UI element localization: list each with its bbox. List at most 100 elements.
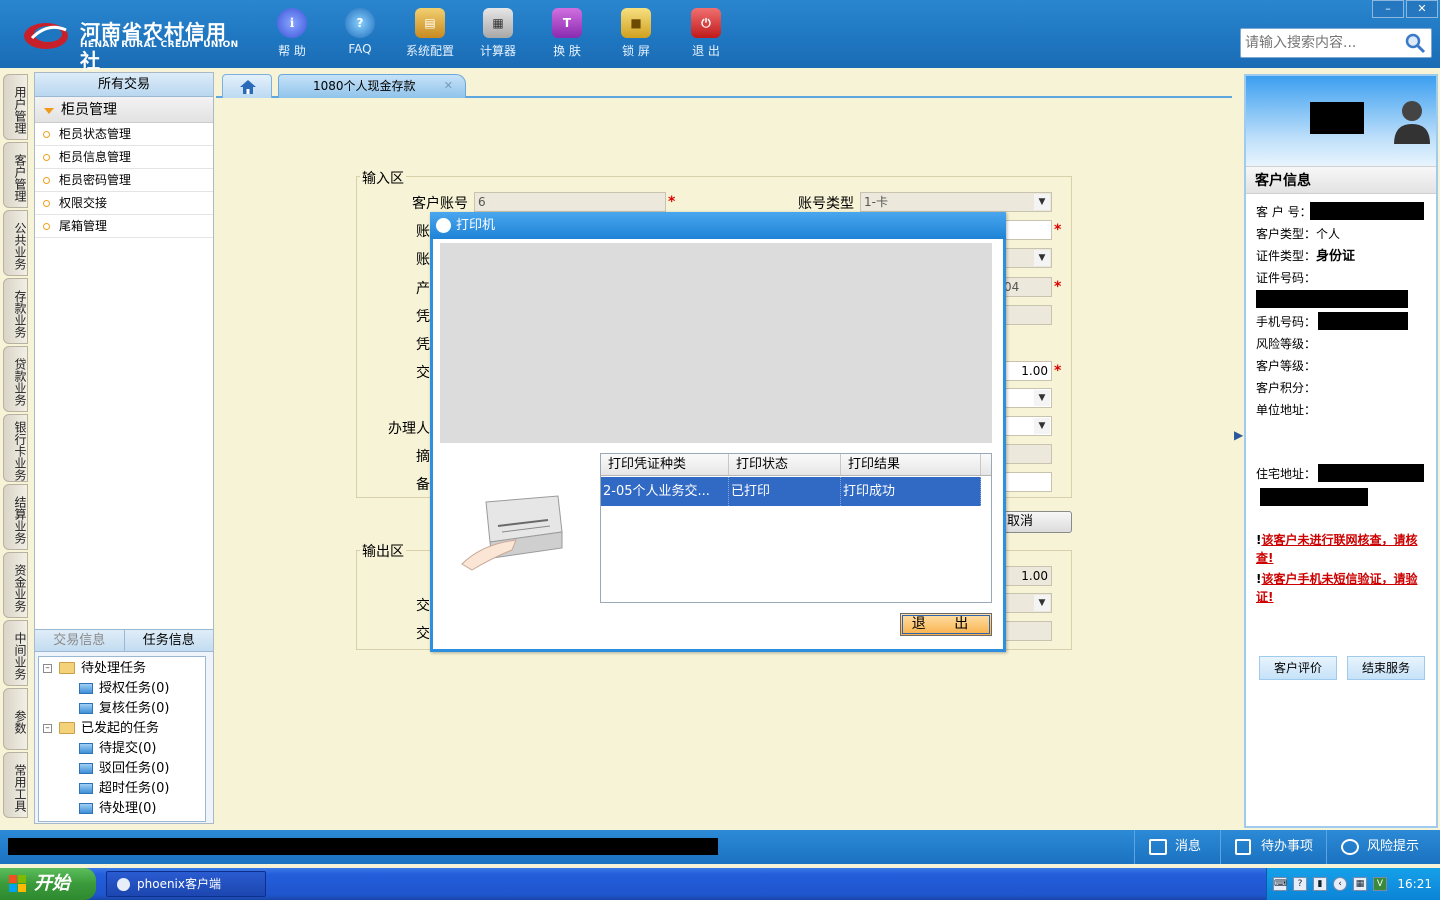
logo: 河南省农村信用社 HENAN RURAL CREDIT UNION xyxy=(22,14,242,73)
dialog-exit-button[interactable]: 退 出 xyxy=(900,613,992,636)
help-tray-icon[interactable]: ? xyxy=(1293,877,1307,891)
chevron-down-icon[interactable]: ▼ xyxy=(1034,194,1050,210)
warning-link[interactable]: 该客户手机未短信验证，请验证! xyxy=(1256,572,1418,604)
account-no-label: 客户账号 xyxy=(412,196,468,212)
tree-node-to-submit[interactable]: 待提交(0) xyxy=(39,739,205,759)
tree-node-rejected[interactable]: 驳回任务(0) xyxy=(39,759,205,779)
collapse-icon[interactable]: – xyxy=(43,724,52,733)
collapse-right-panel-icon[interactable]: ▶ xyxy=(1234,428,1243,468)
tab-cash-deposit[interactable]: 1080个人现金存款 ✕ xyxy=(278,74,466,98)
tab-task-info[interactable]: 任务信息 xyxy=(125,630,214,651)
column-header-print-result[interactable]: 打印结果 xyxy=(841,454,981,475)
exit-app-button[interactable]: ⏻ 退 出 xyxy=(676,8,736,60)
system-tray: ⌨ ? ▮ ‹ ▦ V 16:21 xyxy=(1266,868,1440,900)
vtab-parameters[interactable]: 参数 xyxy=(3,688,28,750)
system-config-button[interactable]: ▤ 系统配置 xyxy=(400,8,460,60)
menu-item-teller-status[interactable]: 柜员状态管理 xyxy=(35,123,213,146)
tree-node-label: 待处理(0) xyxy=(99,801,157,816)
messages-label: 消息 xyxy=(1175,839,1202,854)
network-icon[interactable]: ▦ xyxy=(1353,877,1367,891)
home-tab[interactable] xyxy=(222,74,272,98)
keyboard-icon[interactable]: ⌨ xyxy=(1273,877,1287,891)
menu-item-teller-info[interactable]: 柜员信息管理 xyxy=(35,146,213,169)
field-8-select[interactable]: ▼ xyxy=(1000,388,1052,408)
logo-subtitle: HENAN RURAL CREDIT UNION xyxy=(80,40,239,50)
vtab-customer-management[interactable]: 客户管理 xyxy=(3,142,28,208)
change-skin-button[interactable]: T 换 肤 xyxy=(537,8,597,60)
vtab-loan-business[interactable]: 贷款业务 xyxy=(3,346,28,412)
vtab-user-management[interactable]: 用户管理 xyxy=(3,74,28,140)
field-9-select[interactable]: ▼ xyxy=(1000,416,1052,436)
column-header-print-status[interactable]: 打印状态 xyxy=(729,454,841,475)
warning-network-check[interactable]: !该客户未进行联网核查，请核查! xyxy=(1256,531,1434,567)
customer-type-label: 客户类型： xyxy=(1256,227,1317,241)
field-5-input[interactable] xyxy=(1000,305,1052,325)
field-2-input[interactable] xyxy=(1000,220,1052,240)
safely-remove-icon[interactable]: ▮ xyxy=(1313,877,1327,891)
vtab-common-tools[interactable]: 常用工具 xyxy=(3,752,28,818)
search-box xyxy=(1240,28,1432,58)
calculator-button[interactable]: ▦ 计算器 xyxy=(468,8,528,60)
folder-icon xyxy=(59,662,75,674)
cell-print-status: 已打印 xyxy=(729,477,841,506)
tray-arrow-icon[interactable]: ‹ xyxy=(1333,877,1347,891)
warning-sms-verify[interactable]: !该客户手机未短信验证，请验证! xyxy=(1256,570,1434,606)
menu-group-teller-management[interactable]: 柜员管理 xyxy=(35,97,213,123)
tree-node-authorization[interactable]: 授权任务(0) xyxy=(39,679,205,699)
phone-label: 手机号码： xyxy=(1256,315,1317,329)
vtab-settlement-business[interactable]: 结算业务 xyxy=(3,484,28,550)
tree-node-review[interactable]: 复核任务(0) xyxy=(39,699,205,719)
amount-field[interactable]: 1.00 xyxy=(1000,361,1052,381)
vpn-icon[interactable]: V xyxy=(1373,877,1387,891)
field-11-input[interactable] xyxy=(1000,472,1052,492)
search-icon[interactable] xyxy=(1403,32,1427,54)
warning-link[interactable]: 该客户未进行联网核查，请核查! xyxy=(1256,533,1418,565)
tree-node-initiated[interactable]: – 已发起的任务 xyxy=(39,719,205,739)
tree-node-to-process[interactable]: 待处理(0) xyxy=(39,799,205,819)
redacted-id-no xyxy=(1256,290,1408,308)
account-no-field[interactable]: 6 xyxy=(474,192,666,212)
taskbar-item-phoenix[interactable]: phoenix客户端 xyxy=(106,871,266,897)
field-3-select[interactable]: ▼ xyxy=(1000,248,1052,268)
close-window-button[interactable]: ✕ xyxy=(1406,0,1438,18)
account-type-select[interactable]: 1-卡 ▼ xyxy=(860,192,1052,212)
start-button[interactable]: 开始 xyxy=(0,868,96,900)
end-service-button[interactable]: 结束服务 xyxy=(1347,656,1425,680)
vtab-public-business[interactable]: 公共业务 xyxy=(3,210,28,276)
tree-node-timeout[interactable]: 超时任务(0) xyxy=(39,779,205,799)
faq-button[interactable]: ? FAQ xyxy=(330,8,390,60)
cancel-button[interactable]: 取消 xyxy=(1000,511,1072,533)
chevron-down-icon[interactable]: ▼ xyxy=(1034,390,1050,406)
collapse-icon[interactable]: – xyxy=(43,664,52,673)
vtab-intermediate-business[interactable]: 中间业务 xyxy=(3,620,28,686)
tab-transaction-info[interactable]: 交易信息 xyxy=(35,630,125,651)
dialog-title-bar[interactable]: 打印机 xyxy=(430,212,1006,239)
vtab-bank-card-business[interactable]: 银行卡业务 xyxy=(3,414,28,482)
menu-item-tail-box[interactable]: 尾箱管理 xyxy=(35,215,213,238)
messages-button[interactable]: 消息 xyxy=(1134,830,1230,864)
customer-evaluation-button[interactable]: 客户评价 xyxy=(1259,656,1337,680)
file-icon xyxy=(79,683,93,694)
bullet-icon xyxy=(43,154,50,161)
vtab-fund-business[interactable]: 资金业务 xyxy=(3,552,28,618)
menu-item-teller-password[interactable]: 柜员密码管理 xyxy=(35,169,213,192)
menu-item-permission-handover[interactable]: 权限交接 xyxy=(35,192,213,215)
chevron-down-icon[interactable]: ▼ xyxy=(1034,250,1050,266)
search-input[interactable] xyxy=(1241,29,1401,57)
chevron-down-icon[interactable]: ▼ xyxy=(1034,418,1050,434)
tree-node-pending[interactable]: – 待处理任务 xyxy=(39,659,205,679)
table-row[interactable]: 2-05个人业务交... 已打印 打印成功 xyxy=(601,477,981,506)
todo-button[interactable]: 待办事项 xyxy=(1220,830,1326,864)
vtab-deposit-business[interactable]: 存款业务 xyxy=(3,278,28,344)
close-tab-icon[interactable]: ✕ xyxy=(444,75,453,97)
help-button[interactable]: i 帮 助 xyxy=(262,8,322,60)
minimize-button[interactable]: – xyxy=(1372,0,1404,18)
column-header-voucher-type[interactable]: 打印凭证种类 xyxy=(601,454,729,475)
file-icon xyxy=(79,763,93,774)
product-code-field[interactable]: 04 xyxy=(1000,277,1052,297)
field-10-input[interactable] xyxy=(1000,444,1052,464)
file-icon xyxy=(79,703,93,714)
risk-alert-button[interactable]: 风险提示 xyxy=(1326,830,1440,864)
all-transactions-header[interactable]: 所有交易 xyxy=(35,73,213,97)
lock-screen-button[interactable]: ■ 锁 屏 xyxy=(606,8,666,60)
